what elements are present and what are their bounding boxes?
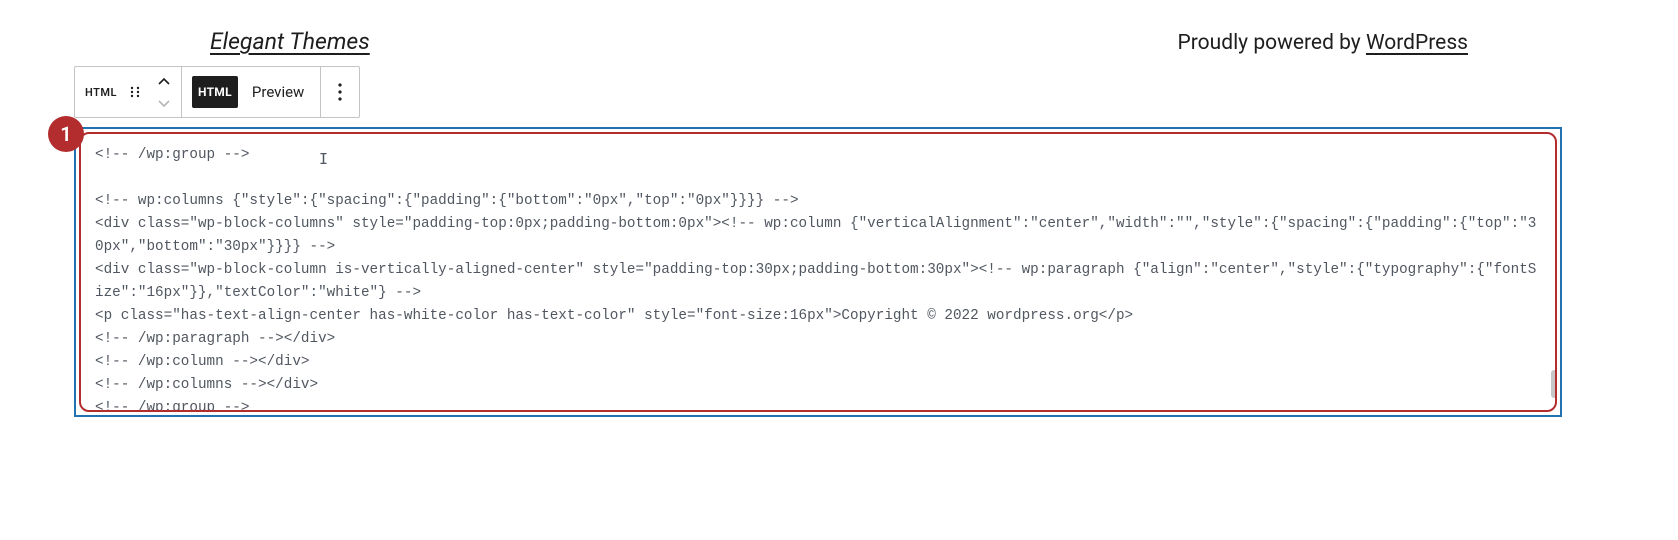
page-header: Elegant Themes Proudly powered by WordPr… [0, 0, 1678, 73]
move-up-button[interactable] [157, 72, 171, 91]
code-editor-highlight: I <!-- /wp:group --> <!-- wp:columns {"s… [79, 132, 1557, 412]
powered-by-text: Proudly powered by WordPress [1178, 31, 1468, 55]
block-type-group: HTML [75, 67, 182, 117]
wordpress-link[interactable]: WordPress [1366, 31, 1468, 55]
block-toolbar: HTML HTML Preview [74, 66, 360, 118]
powered-by-prefix: Proudly powered by [1178, 31, 1366, 55]
move-controls [157, 72, 171, 112]
drag-handle-icon[interactable] [125, 82, 145, 102]
move-down-button[interactable] [157, 93, 171, 112]
scrollbar-thumb[interactable] [1551, 370, 1557, 398]
block-type-label: HTML [85, 86, 117, 99]
html-mode-button[interactable]: HTML [192, 76, 238, 108]
code-editor-block[interactable]: I <!-- /wp:group --> <!-- wp:columns {"s… [74, 127, 1562, 417]
step-badge: 1 [48, 116, 84, 152]
scrollbar[interactable] [1551, 138, 1557, 406]
more-options-button[interactable] [321, 67, 359, 117]
more-vertical-icon [337, 82, 343, 102]
code-content[interactable]: <!-- /wp:group --> <!-- wp:columns {"sty… [95, 144, 1543, 412]
theme-link[interactable]: Elegant Themes [210, 28, 370, 55]
text-cursor: I [319, 150, 328, 168]
preview-mode-button[interactable]: Preview [246, 83, 310, 101]
view-mode-group: HTML Preview [182, 67, 321, 117]
